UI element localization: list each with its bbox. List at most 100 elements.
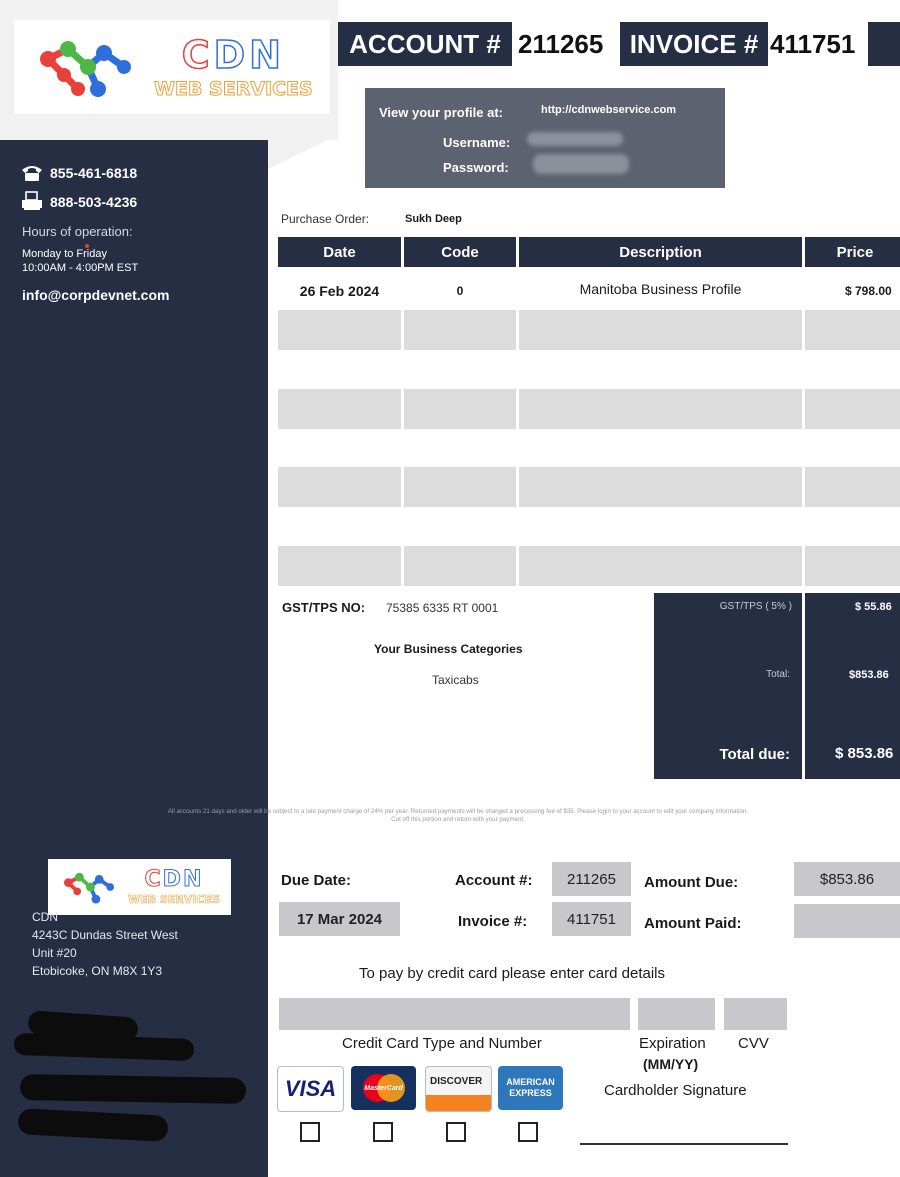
row-description: Manitoba Business Profile: [579, 281, 742, 297]
total-amount: $853.86: [849, 669, 889, 681]
account-number: 211265: [518, 22, 618, 66]
row-code: 0: [456, 284, 464, 298]
address-unit: Unit #20: [32, 946, 77, 960]
username-label: Username:: [443, 135, 511, 150]
categories-title: Your Business Categories: [374, 642, 523, 656]
table-row: [278, 546, 401, 586]
amount-paid-label: Amount Paid:: [644, 915, 742, 932]
invoice-number: 411751: [770, 22, 866, 66]
table-row: [404, 389, 516, 429]
table-row: [519, 310, 802, 350]
total-label: Total:: [766, 669, 790, 680]
purchase-order-value: Sukh Deep: [405, 213, 462, 225]
molecule-logo-icon: [40, 41, 131, 97]
visa-checkbox[interactable]: [300, 1122, 320, 1142]
credit-card-instruction: To pay by credit card please enter card …: [359, 965, 665, 982]
password-redacted: [533, 154, 629, 174]
logo-letter-n: N: [248, 32, 285, 77]
total-due-label: Total due:: [719, 746, 790, 763]
profile-url[interactable]: http://cdnwebservice.com: [541, 104, 676, 116]
table-row: [404, 546, 516, 586]
table-row: [805, 467, 900, 507]
fine-print-line-1: All accounts 21 days and older will be s…: [167, 808, 749, 815]
account-num-value: 211265: [552, 862, 631, 896]
column-header-date: Date: [278, 237, 401, 267]
table-row: [404, 467, 516, 507]
row-price: $ 798.00: [845, 284, 892, 298]
amex-text: AMERICAN EXPRESS: [506, 1077, 555, 1098]
column-header-code: Code: [404, 237, 516, 267]
mastercard-text: MasterCard: [364, 1084, 403, 1092]
profile-view-label: View your profile at:: [379, 105, 504, 120]
address-city: Etobicoke, ON M8X 1Y3: [32, 964, 163, 978]
header-diagonal: [268, 135, 338, 169]
hours-time: 10:00AM - 4:00PM EST: [22, 262, 139, 274]
discover-text: DISCOVER: [430, 1076, 483, 1087]
phone-number[interactable]: 855-461-6818: [50, 165, 137, 181]
logo-tagline: WEB SERVICES: [154, 77, 314, 100]
address-street: 4243C Dundas Street West: [32, 928, 178, 942]
table-row: [278, 389, 401, 429]
amex-checkbox[interactable]: [518, 1122, 538, 1142]
remit-logo-letter-c: C: [144, 867, 163, 892]
header-end-block: [868, 22, 900, 66]
total-due-amount: $ 853.86: [835, 745, 894, 762]
column-header-price: Price: [805, 237, 900, 267]
invoice-label: INVOICE #: [620, 22, 768, 66]
table-row: [805, 546, 900, 586]
contact-email[interactable]: info@corpdevnet.com: [22, 287, 169, 303]
table-row: [404, 310, 516, 350]
invoice-num-value: 411751: [552, 902, 631, 936]
expiration-format: (MM/YY): [643, 1056, 699, 1072]
expiration-label: Expiration: [639, 1035, 706, 1052]
visa-text: VISA: [284, 1076, 337, 1101]
table-row: [278, 467, 401, 507]
table-row: [519, 467, 802, 507]
remit-logo-tagline: WEB SERVICES: [128, 893, 220, 906]
logo-letter-c: C: [181, 32, 214, 77]
fine-print-line-2: Cut off this portion and return with you…: [391, 816, 525, 823]
purchase-order-label: Purchase Order:: [281, 212, 370, 226]
table-row: [278, 310, 401, 350]
totals-values-box: $ 55.86 $853.86 $ 853.86: [805, 593, 900, 779]
visa-logo: VISA: [277, 1066, 344, 1112]
invoice-num-label: Invoice #:: [458, 913, 528, 930]
address-name: CDN: [32, 910, 58, 924]
table-row: [519, 546, 802, 586]
due-date-label: Due Date:: [281, 872, 352, 889]
discover-checkbox[interactable]: [446, 1122, 466, 1142]
table-row: [805, 389, 900, 429]
signature-label: Cardholder Signature: [604, 1082, 747, 1099]
account-label: ACCOUNT #: [338, 22, 512, 66]
signature-line[interactable]: [580, 1143, 788, 1145]
row-date: 26 Feb 2024: [299, 283, 380, 299]
redacted-block: [19, 1074, 247, 1104]
mastercard-logo: MasterCard: [351, 1066, 416, 1110]
password-label: Password:: [443, 160, 509, 175]
cvv-field[interactable]: [724, 998, 787, 1030]
account-num-label: Account #:: [455, 872, 533, 889]
remit-logo-letter-d: D: [162, 867, 183, 892]
mailing-address: CDN 4243C Dundas Street West Unit #20 Et…: [32, 908, 178, 980]
amount-paid-field[interactable]: [794, 904, 900, 938]
table-row: [519, 389, 802, 429]
gst-number: 75385 6335 RT 0001: [386, 601, 499, 615]
column-header-description: Description: [519, 237, 802, 267]
company-logo: CDN WEB SERVICES: [14, 20, 330, 114]
mastercard-checkbox[interactable]: [373, 1122, 393, 1142]
card-number-field[interactable]: [279, 998, 630, 1030]
fine-print: All accounts 21 days and older will be s…: [22, 808, 894, 824]
amount-due-label: Amount Due:: [644, 874, 739, 891]
logo-wordmark: CDN WEB SERVICES: [154, 32, 314, 100]
fax-number: 888-503-4236: [50, 194, 138, 210]
remit-logo-wordmark: CDN WEB SERVICES: [128, 867, 220, 906]
logo-letter-d: D: [213, 32, 250, 77]
amex-logo: AMERICAN EXPRESS: [498, 1066, 563, 1110]
telephone-icon: [22, 166, 42, 181]
gst-label: GST/TPS NO:: [282, 600, 366, 615]
gst-rate-label: GST/TPS ( 5% ): [719, 601, 792, 612]
molecule-logo-icon: [64, 872, 115, 904]
username-redacted: [527, 132, 623, 146]
expiration-field[interactable]: [638, 998, 715, 1030]
red-dot: [85, 244, 89, 248]
